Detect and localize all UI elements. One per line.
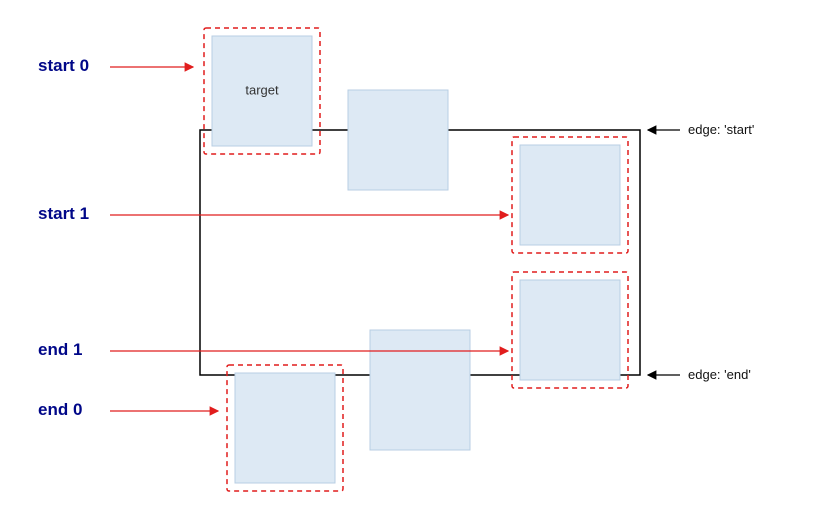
diagram-canvas: target xyxy=(0,0,834,506)
box-d xyxy=(520,280,620,380)
box-label: target xyxy=(245,82,279,97)
ptr-end1-label: end 1 xyxy=(38,340,82,360)
box-b xyxy=(348,90,448,190)
ptr-start0-label: start 0 xyxy=(38,56,89,76)
ptr-end0-label: end 0 xyxy=(38,400,82,420)
edge-end-label: edge: 'end' xyxy=(688,367,751,382)
ptr-start1-label: start 1 xyxy=(38,204,89,224)
edge-start-label: edge: 'start' xyxy=(688,122,754,137)
box-c xyxy=(520,145,620,245)
box-f xyxy=(235,373,335,483)
box-e xyxy=(370,330,470,450)
